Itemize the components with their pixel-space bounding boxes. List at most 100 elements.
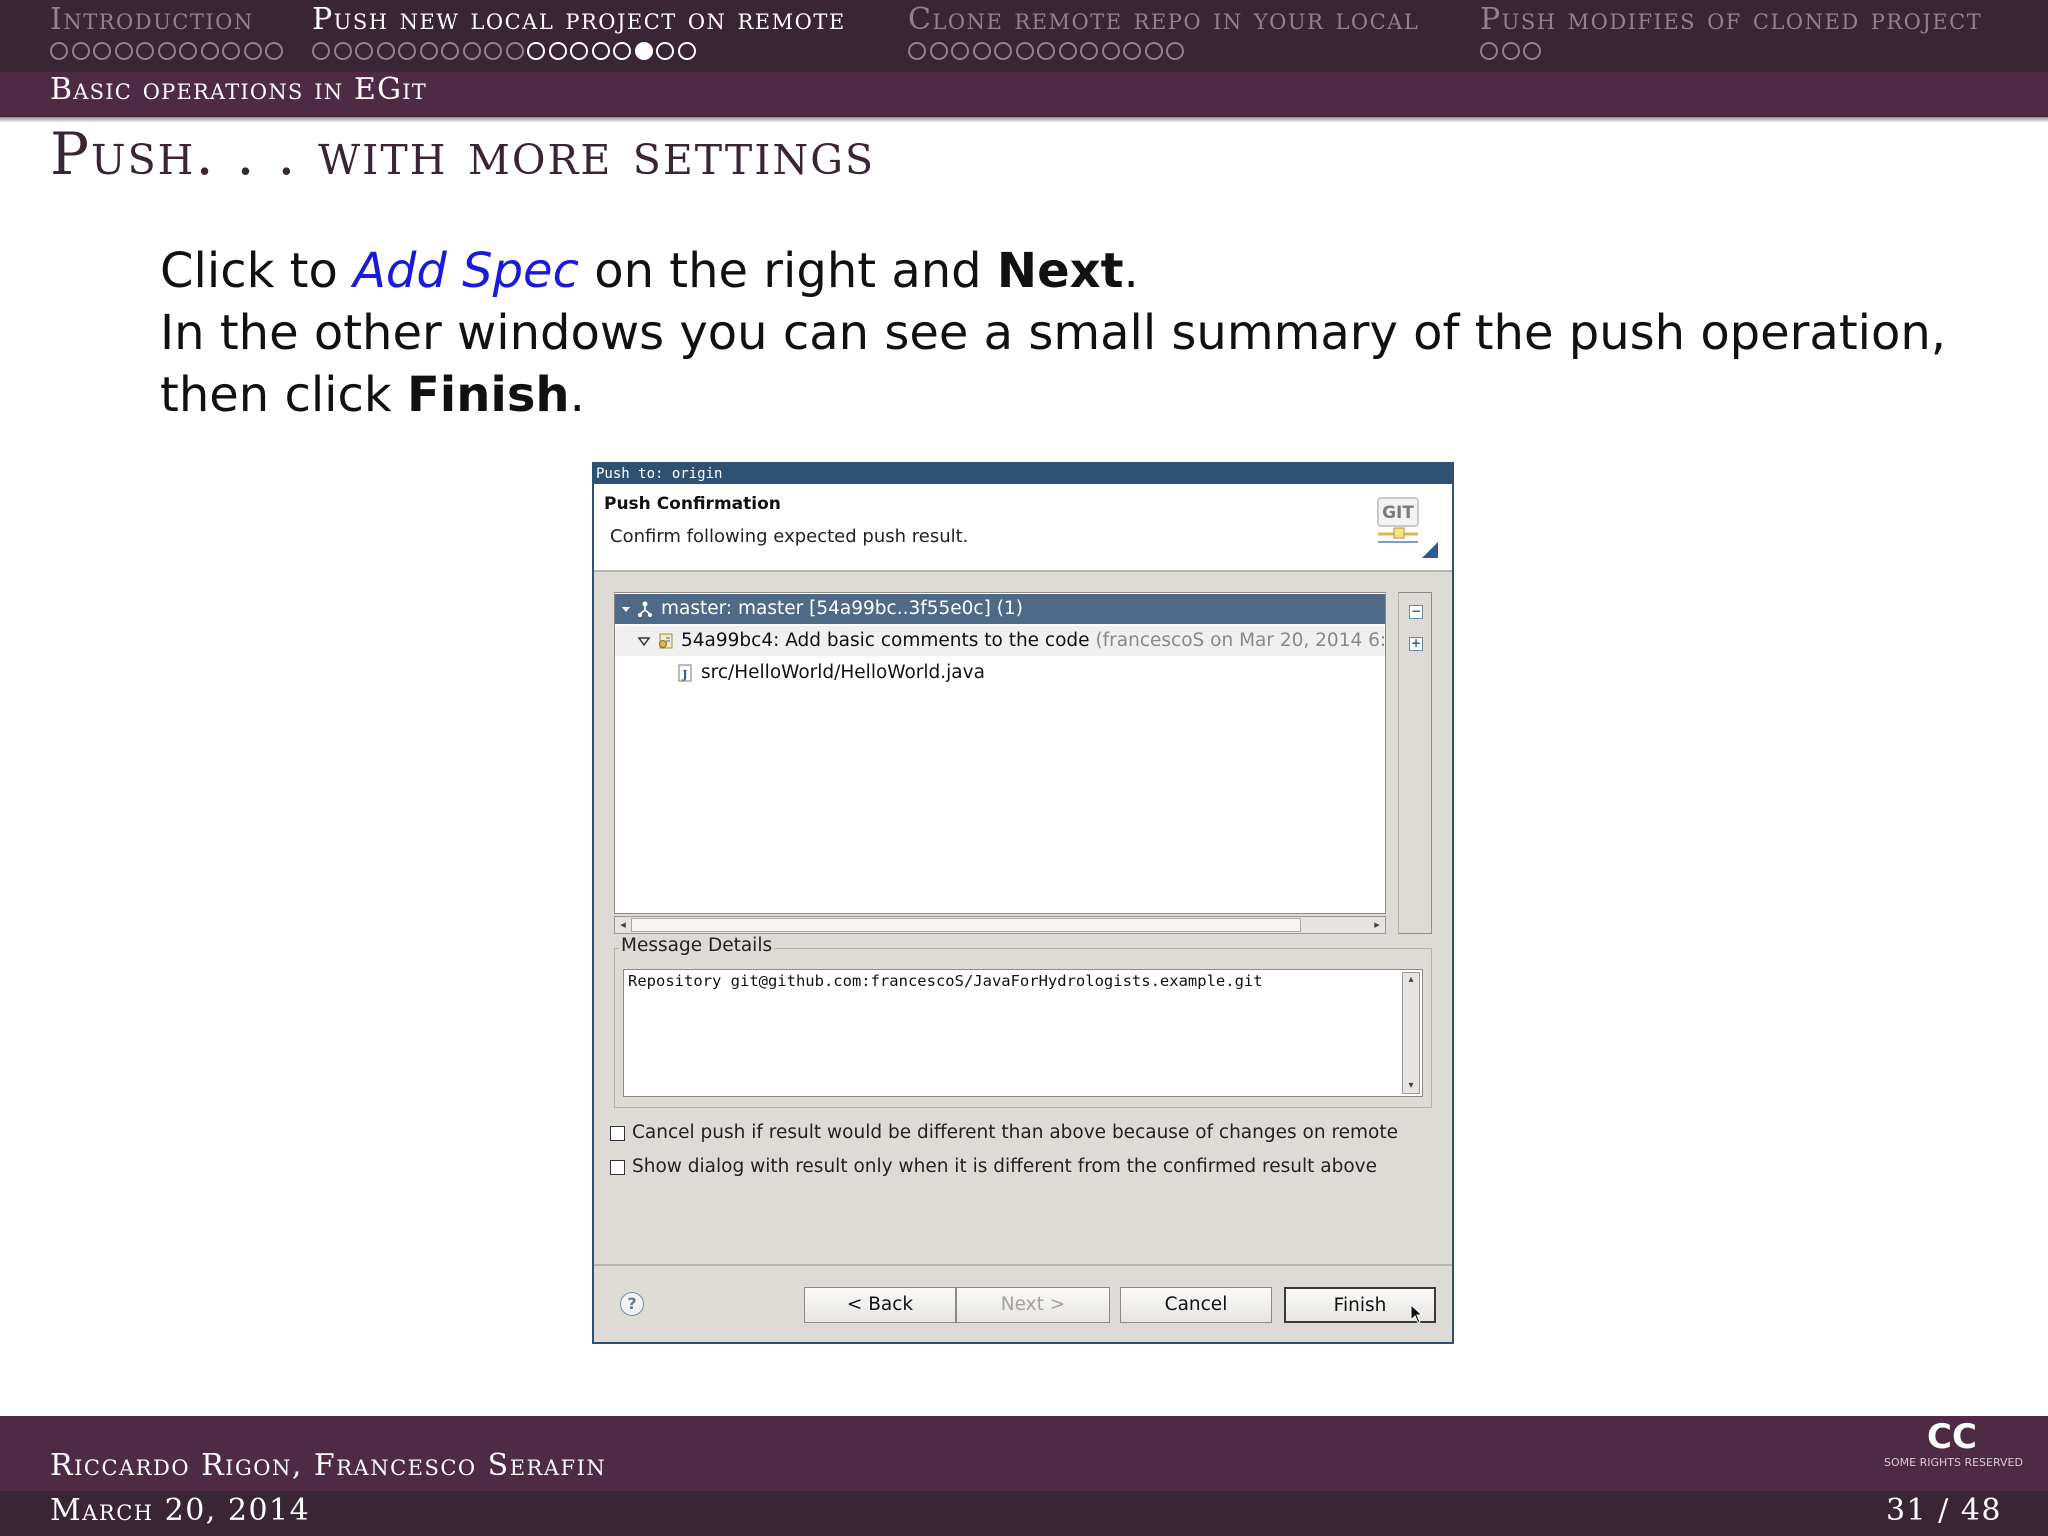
nav-dots-clone-remote[interactable] (908, 42, 1184, 60)
nav-dot[interactable] (1101, 42, 1120, 60)
nav-dot[interactable] (1037, 42, 1055, 60)
nav-dot[interactable] (548, 42, 567, 60)
nav-dot[interactable] (398, 42, 416, 60)
nav-dot[interactable] (200, 42, 219, 60)
git-logo-text: GIT (1382, 503, 1414, 523)
java-file-icon: J (678, 664, 692, 682)
nav-dot[interactable] (50, 42, 68, 60)
nav-dot[interactable] (994, 42, 1012, 60)
body-text-span: Click to (160, 243, 354, 299)
nav-dots-push-new-local[interactable] (312, 42, 696, 60)
nav-dot[interactable] (951, 42, 969, 60)
nav-dot[interactable] (1523, 42, 1541, 60)
show-dialog-checkbox-label[interactable]: Show dialog with result only when it is … (632, 1156, 1377, 1177)
nav-dot[interactable] (677, 42, 696, 60)
help-icon[interactable]: ? (620, 1292, 644, 1316)
nav-dot[interactable] (71, 42, 90, 60)
vertical-scrollbar[interactable]: ▴ ▾ (1402, 972, 1420, 1094)
scroll-right-arrow-icon[interactable]: ▸ (1369, 917, 1385, 933)
finish-keyword: Finish (406, 367, 570, 423)
expand-triangle-icon[interactable] (637, 634, 651, 648)
nav-dot[interactable] (265, 42, 283, 60)
nav-dot[interactable] (419, 42, 438, 60)
horizontal-scrollbar[interactable]: ◂ ▸ (614, 916, 1386, 934)
body-paragraph: Click to Add Spec on the right and Next.… (160, 240, 1960, 426)
nav-section-introduction[interactable]: Introduction (50, 2, 254, 37)
nav-dot[interactable] (591, 42, 610, 60)
cc-subtitle: SOME RIGHTS RESERVED (1884, 1456, 2023, 1469)
cancel-push-checkbox-label[interactable]: Cancel push if result would be different… (632, 1122, 1398, 1143)
tree-row-commit[interactable]: 54a99bc4: Add basic comments to the code… (615, 626, 1385, 656)
file-path: src/HelloWorld/HelloWorld.java (701, 662, 985, 683)
scroll-up-arrow-icon[interactable]: ▴ (1403, 973, 1419, 987)
push-result-tree[interactable]: master: master [54a99bc..3f55e0c] (1) 54… (614, 592, 1386, 914)
nav-dot[interactable] (656, 42, 674, 60)
next-button[interactable]: Next > (956, 1287, 1110, 1323)
nav-dot[interactable] (243, 42, 262, 60)
nav-dots-introduction[interactable] (50, 42, 283, 60)
nav-dot[interactable] (1501, 42, 1520, 60)
cancel-button[interactable]: Cancel (1120, 1287, 1272, 1323)
nav-dot[interactable] (376, 42, 395, 60)
nav-dot[interactable] (1080, 42, 1098, 60)
dialog-title-bar[interactable]: Push to: origin (594, 464, 1454, 484)
expand-all-icon[interactable]: + (1409, 637, 1423, 651)
banner-title: Push Confirmation (604, 494, 781, 514)
nav-dot[interactable] (462, 42, 481, 60)
nav-dot[interactable] (157, 42, 176, 60)
mouse-cursor-icon (1410, 1304, 1424, 1324)
commit-meta: (francescoS on Mar 20, 2014 6: (1095, 630, 1386, 651)
nav-dot[interactable] (355, 42, 373, 60)
show-dialog-checkbox[interactable] (610, 1160, 625, 1175)
nav-dot[interactable] (1058, 42, 1077, 60)
tree-row-file[interactable]: J src/HelloWorld/HelloWorld.java (615, 658, 1385, 688)
message-details-label: Message Details (619, 935, 775, 956)
nav-dot[interactable] (1166, 42, 1184, 60)
nav-section-push-modifies[interactable]: Push modifies of cloned project (1480, 2, 1982, 37)
nav-dot[interactable] (929, 42, 948, 60)
nav-dot[interactable] (570, 42, 588, 60)
page-number: 31 / 48 (1885, 1493, 2002, 1528)
nav-dot[interactable] (222, 42, 240, 60)
nav-dot[interactable] (1144, 42, 1163, 60)
nav-section-push-new-local[interactable]: Push new local project on remote (312, 2, 846, 37)
nav-dots-push-modifies[interactable] (1480, 42, 1541, 60)
nav-dot[interactable] (136, 42, 154, 60)
nav-dot[interactable] (441, 42, 459, 60)
nav-section-clone-remote[interactable]: Clone remote repo in your local (908, 2, 1419, 37)
nav-dot[interactable] (527, 42, 545, 60)
button-bar-separator (594, 1264, 1452, 1266)
nav-dot[interactable] (634, 42, 653, 60)
nav-dot[interactable] (1015, 42, 1034, 60)
message-details-text: Repository git@github.com:francescoS/Jav… (628, 972, 1263, 990)
horizontal-scroll-thumb[interactable] (631, 918, 1301, 932)
nav-dot[interactable] (333, 42, 352, 60)
nav-dot[interactable] (505, 42, 524, 60)
nav-dot[interactable] (179, 42, 197, 60)
nav-dot[interactable] (484, 42, 502, 60)
dialog-banner: Push Confirmation Confirm following expe… (594, 484, 1452, 572)
scroll-down-arrow-icon[interactable]: ▾ (1403, 1079, 1419, 1093)
nav-dot[interactable] (613, 42, 631, 60)
body-text-span: . (569, 367, 585, 423)
nav-dot[interactable] (1123, 42, 1141, 60)
scroll-left-arrow-icon[interactable]: ◂ (615, 917, 631, 933)
creative-commons-badge: CC SOME RIGHTS RESERVED (1884, 1416, 2023, 1472)
nav-dot[interactable] (312, 42, 330, 60)
git-logo-icon: GIT (1375, 495, 1439, 559)
body-text-span: on the right and (578, 243, 997, 299)
commit-message: 54a99bc4: Add basic comments to the code (681, 630, 1096, 651)
message-details-group: Message Details Repository git@github.co… (614, 935, 1432, 1108)
nav-dot[interactable] (114, 42, 133, 60)
body-text-span: . (1123, 243, 1139, 299)
nav-dot[interactable] (1480, 42, 1498, 60)
collapse-all-icon[interactable]: − (1409, 605, 1423, 619)
nav-dot[interactable] (972, 42, 991, 60)
tree-row-master[interactable]: master: master [54a99bc..3f55e0c] (1) (615, 594, 1385, 624)
cancel-push-checkbox[interactable] (610, 1126, 625, 1141)
message-details-text-area[interactable]: Repository git@github.com:francescoS/Jav… (623, 969, 1423, 1097)
expand-triangle-icon[interactable] (619, 602, 633, 616)
nav-dot[interactable] (93, 42, 111, 60)
nav-dot[interactable] (908, 42, 926, 60)
back-button[interactable]: < Back (804, 1287, 956, 1323)
